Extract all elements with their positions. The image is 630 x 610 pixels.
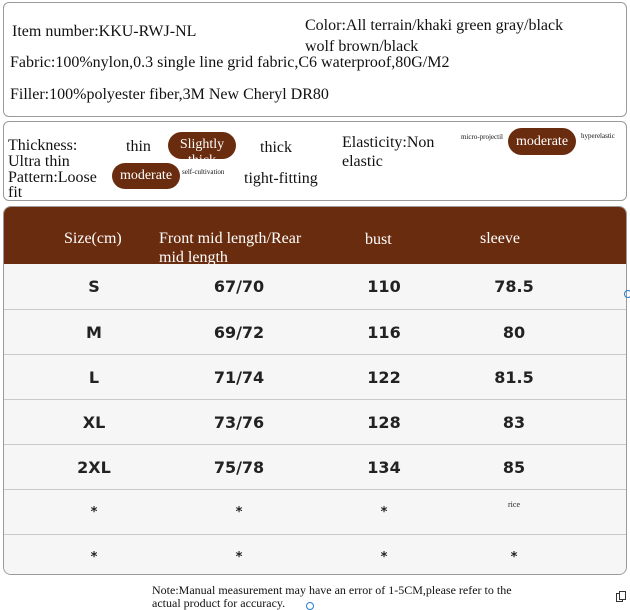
cell-length: 75/78 [213,458,265,477]
fabric-text: Fabric:100%nylon,0.3 single line grid fa… [10,54,450,71]
filler-text: Filler:100%polyester fiber,3M New Cheryl… [10,86,329,103]
cell-size: * [90,550,98,565]
header-size: Size(cm) [64,230,122,247]
cell-bust: 116 [367,323,401,342]
cell-length: 71/74 [213,368,265,387]
cell-length: 73/76 [213,413,265,432]
thickness-thin: thin [126,138,151,155]
product-info-box: Item number:KKU-RWJ-NL Color:All terrain… [3,2,627,117]
elasticity-micro: micro-projectil [461,133,503,141]
color-line-1: Color:All terrain/khaki green gray/black [305,17,564,34]
thickness-selected-pill: Slightly thick [168,132,236,159]
cell-size: 2XL [77,458,111,477]
pattern-tight-fitting: tight-fitting [244,170,318,187]
cell-size: * [90,505,98,520]
cell-bust: 128 [367,413,401,432]
attributes-box: Thickness: Ultra thin thin Slightly thic… [3,121,627,201]
elasticity-hyper: hyperelastic [581,132,615,140]
table-row: 2XL 75/78 134 85 [4,444,626,490]
header-bust: bust [365,231,392,248]
color-line-2: wolf brown/black [305,38,419,55]
header-sleeve: sleeve [480,230,520,247]
cell-size: L [88,368,100,387]
table-row: * * * * [4,534,626,574]
cell-sleeve: * [510,550,518,565]
table-row: M 69/72 116 80 [4,309,626,355]
cell-sleeve: rice [508,500,520,509]
thickness-label: Thickness: [8,137,78,154]
header-length-line1: Front mid length/Rear [159,230,302,247]
measurement-note: Note:Manual measurement may have an erro… [152,584,572,610]
edge-indicator-icon [624,290,630,298]
cell-sleeve: 80 [502,323,526,342]
cell-sleeve: 85 [502,458,526,477]
cell-length: 69/72 [213,323,265,342]
table-row: * * * rice [4,489,626,535]
table-row: XL 73/76 128 83 [4,399,626,445]
cell-size: S [88,277,100,296]
cell-size: XL [82,413,106,432]
cell-bust: 122 [367,368,401,387]
copy-icon[interactable] [616,591,626,602]
cell-sleeve: 83 [502,413,526,432]
pattern-self-cultivation: self-cultivation [182,168,225,176]
cell-bust: 110 [367,277,401,296]
table-row: S 67/70 110 78.5 [4,264,626,309]
cell-sleeve: 78.5 [494,277,534,296]
table-row: L 71/74 122 81.5 [4,354,626,400]
cell-bust: 134 [367,458,401,477]
cell-sleeve: 81.5 [494,368,534,387]
cell-length: * [235,550,243,565]
size-table: Size(cm) Front mid length/Rear mid lengt… [3,206,627,575]
table-header: Size(cm) Front mid length/Rear mid lengt… [4,207,626,266]
note-cursor-icon [306,602,314,610]
thickness-selected-line1: Slightly [179,137,225,152]
cell-bust: * [380,505,388,520]
elasticity-selected-pill: moderate [508,128,576,155]
cell-size: M [86,323,102,342]
thickness-thick: thick [260,139,292,156]
cell-length: * [235,505,243,520]
cell-bust: * [380,550,388,565]
pattern-selected-pill: moderate [112,163,180,189]
elasticity-label-2: elastic [342,153,383,170]
note-line-2: actual product for accuracy. [152,596,286,610]
thickness-selected-line2: thick [168,153,236,159]
elasticity-label: Elasticity:Non [342,134,435,151]
cell-length: 67/70 [213,277,265,296]
pattern-label-2: fit [8,184,23,201]
thickness-ultra-thin: Ultra thin [8,153,70,170]
item-number: Item number:KKU-RWJ-NL [12,23,197,40]
